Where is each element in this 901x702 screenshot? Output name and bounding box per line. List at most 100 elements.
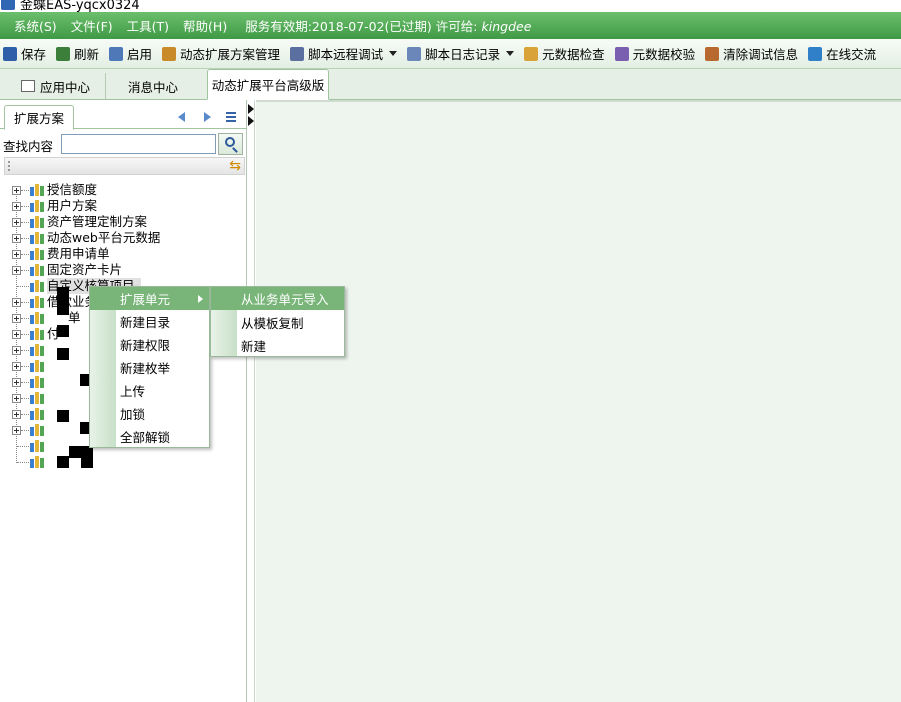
chevron-down-icon[interactable] (506, 51, 515, 56)
tree-node-label: 单 (68, 310, 81, 325)
tree-node-label: 资产管理定制方案 (47, 214, 148, 229)
expand-icon[interactable] (12, 410, 21, 419)
folder-icon (30, 359, 44, 372)
clear-debug-button[interactable]: 清除调试信息 (705, 44, 798, 63)
tree-node[interactable] (0, 454, 247, 470)
redaction-block (81, 446, 93, 468)
menu-item-new-permission[interactable]: 新建权限 (90, 333, 209, 356)
tab-message-center[interactable]: 消息中心 (105, 73, 200, 99)
expand-icon[interactable] (12, 266, 21, 275)
metadata-check-button[interactable]: 元数据检查 (524, 44, 605, 63)
folder-icon (30, 215, 44, 228)
expand-icon[interactable] (12, 298, 21, 307)
folder-icon (30, 311, 44, 324)
save-icon (3, 46, 17, 61)
next-icon[interactable] (204, 112, 211, 122)
enable-button[interactable]: 启用 (109, 44, 152, 63)
folder-icon (30, 183, 44, 196)
tree-node-label: 授信额度 (47, 182, 98, 197)
menu-item-new-enum[interactable]: 新建枚举 (90, 356, 209, 379)
expand-icon[interactable] (12, 250, 21, 259)
log-icon (407, 46, 422, 61)
menu-item-new-directory[interactable]: 新建目录 (90, 310, 209, 333)
expand-icon[interactable] (12, 314, 21, 323)
list-icon[interactable] (226, 112, 236, 122)
tree-node[interactable]: 用户方案 (0, 198, 247, 214)
chevron-down-icon[interactable] (389, 51, 398, 56)
menu-help[interactable]: 帮助(H) (183, 16, 227, 35)
tab-extension-scheme[interactable]: 扩展方案 (4, 105, 74, 130)
tree-node[interactable]: 固定资产卡片 (0, 262, 247, 278)
tree-node[interactable]: 费用申请单 (0, 246, 247, 262)
expand-icon[interactable] (12, 394, 21, 403)
verify-icon (614, 46, 629, 61)
expand-icon[interactable] (12, 426, 21, 435)
tree-node[interactable]: 动态web平台元数据 (0, 230, 247, 246)
tree-node-label: 费用申请单 (47, 246, 110, 261)
redaction-block (57, 456, 69, 468)
menu-item-import-from-business-unit[interactable]: 从业务单元导入 (211, 287, 344, 310)
search-row: 查找内容 (0, 133, 247, 155)
sync-icon[interactable]: ⇆ (229, 158, 241, 174)
expand-icon[interactable] (12, 346, 21, 355)
menu-item-upload[interactable]: 上传 (90, 379, 209, 402)
clear-icon (705, 46, 720, 61)
search-icon (225, 137, 235, 147)
expand-icon[interactable] (12, 330, 21, 339)
expand-icon[interactable] (12, 234, 21, 243)
menu-system[interactable]: 系统(S) (14, 16, 57, 35)
script-log-button[interactable]: 脚本日志记录 (407, 44, 500, 63)
refresh-button[interactable]: 刷新 (56, 44, 99, 63)
expand-icon[interactable] (12, 378, 21, 387)
dynamic-ext-mgmt-button[interactable]: 动态扩展方案管理 (162, 44, 280, 63)
menu-file[interactable]: 文件(F) (71, 16, 113, 35)
menu-tools[interactable]: 工具(T) (127, 16, 169, 35)
folder-icon (30, 295, 44, 308)
menu-item-new[interactable]: 新建 (211, 334, 344, 357)
redaction-block (57, 287, 69, 315)
metadata-verify-button[interactable]: 元数据校验 (614, 44, 695, 63)
service-info: 服务有效期:2018-07-02(已过期) 许可给: kingdee (245, 19, 532, 34)
enable-icon (109, 46, 124, 61)
redaction-block (69, 446, 81, 458)
tree-node-label: 固定资产卡片 (47, 262, 123, 277)
menu-item-extension-unit[interactable]: 扩展单元 (90, 287, 209, 310)
tree-node[interactable]: 资产管理定制方案 (0, 214, 247, 230)
grip-icon[interactable] (8, 161, 11, 171)
panel-splitter[interactable] (247, 100, 255, 702)
prev-icon[interactable] (178, 112, 185, 122)
refresh-icon (56, 46, 71, 61)
menu-item-copy-from-template[interactable]: 从模板复制 (211, 311, 344, 334)
chat-icon (808, 46, 823, 61)
tree-node-label: 动态web平台元数据 (47, 230, 161, 245)
menu-item-lock[interactable]: 加锁 (90, 402, 209, 425)
app-icon (1, 0, 15, 10)
tree-node[interactable]: 授信额度 (0, 182, 247, 198)
online-chat-button[interactable]: 在线交流 (808, 44, 876, 63)
collapse-icon[interactable] (248, 104, 254, 114)
expand-icon[interactable] (12, 362, 21, 371)
expand-icon[interactable] (12, 202, 21, 211)
expand-icon[interactable] (12, 186, 21, 195)
menubar: 系统(S) 文件(F) 工具(T) 帮助(H) 服务有效期:2018-07-02… (0, 12, 901, 39)
save-button[interactable]: 保存 (3, 44, 46, 63)
script-remote-debug-button[interactable]: 脚本远程调试 (290, 44, 383, 63)
folder-icon (30, 247, 44, 260)
panel-tabbar: 扩展方案 (0, 103, 247, 130)
debug-icon (290, 46, 305, 61)
menu-item-unlock-all[interactable]: 全部解锁 (90, 425, 209, 448)
expand-panel-icon[interactable] (248, 116, 254, 126)
edit-scheme-icon (162, 46, 177, 61)
context-submenu: 从业务单元导入 从模板复制 新建 (210, 286, 345, 357)
chevron-right-icon (198, 295, 203, 303)
search-input[interactable] (61, 134, 216, 154)
tab-dynamic-platform[interactable]: 动态扩展平台高级版 (207, 69, 329, 100)
folder-icon (30, 263, 44, 276)
window-titlebar: 金蝶EAS-yqcx0324 (0, 0, 901, 12)
tab-app-center[interactable]: 应用中心 (8, 73, 103, 99)
folder-icon (30, 455, 44, 468)
toolbar: 保存 刷新 启用 动态扩展方案管理 脚本远程调试 脚本日志记录 元数据检查 元数… (0, 39, 901, 69)
app-center-icon (20, 80, 35, 92)
search-button[interactable] (218, 133, 243, 155)
expand-icon[interactable] (12, 218, 21, 227)
